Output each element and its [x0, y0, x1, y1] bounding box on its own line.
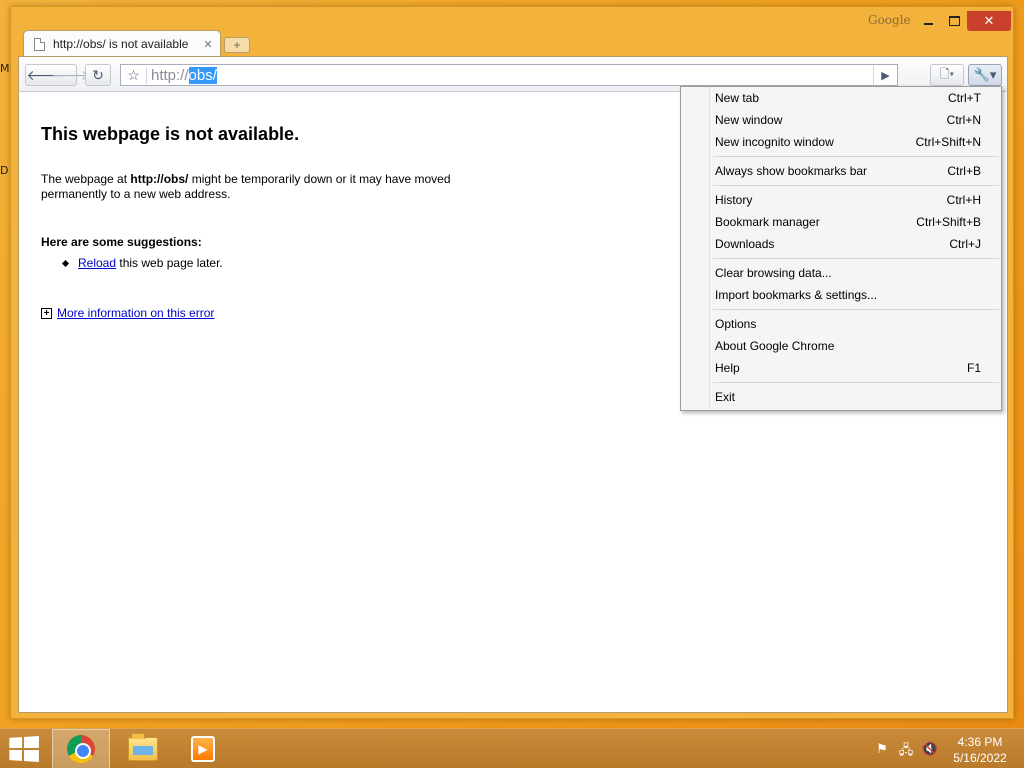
bullet-icon: [61, 260, 70, 268]
tab-close-icon[interactable]: ✕: [200, 38, 216, 51]
address-bar[interactable]: ☆ http://obs/ ▶: [120, 64, 898, 86]
tab-title: http://obs/ is not available: [53, 37, 189, 51]
suggestion-rest: this web page later.: [116, 256, 223, 270]
menu-item-shortcut: Ctrl+J: [949, 237, 981, 251]
google-brand-label: Google: [868, 13, 911, 27]
menu-separator: [681, 379, 1001, 386]
forward-arrow-icon[interactable]: 🡒: [52, 67, 90, 84]
taskbar-explorer-button[interactable]: [114, 729, 172, 768]
start-button-windows-icon[interactable]: [9, 735, 39, 763]
taskbar-media-button[interactable]: ▶: [174, 729, 232, 768]
plus-box-icon[interactable]: +: [41, 307, 52, 319]
wrench-menu-icon[interactable]: 🔧▾: [968, 64, 1002, 86]
desktop-icon-label-m: M: [0, 62, 10, 75]
more-info-toggle[interactable]: + More information on this error: [41, 306, 214, 320]
folder-icon: [128, 733, 158, 761]
menu-item-help[interactable]: Help F1: [681, 357, 1001, 379]
minimize-button[interactable]: [915, 11, 941, 31]
menu-item-shortcut: Ctrl+H: [946, 193, 981, 207]
menu-item-label: Clear browsing data...: [715, 266, 832, 280]
menu-separator: [681, 255, 1001, 262]
menu-item-clear-browsing-data[interactable]: Clear browsing data...: [681, 262, 1001, 284]
clock-time: 4:36 PM: [957, 735, 1003, 749]
taskbar: ▶ ⚑ 🖧 🔇 4:36 PM 5/16/2022: [0, 728, 1024, 768]
menu-item-shortcut: Ctrl+B: [947, 164, 981, 178]
clock-date: 5/16/2022: [953, 751, 1007, 765]
menu-item-label: Help: [715, 361, 740, 375]
url-text[interactable]: http://obs/: [147, 66, 217, 84]
reload-link[interactable]: Reload: [78, 256, 116, 270]
page-icon: [34, 37, 45, 51]
menu-item-shortcut: Ctrl+N: [946, 113, 981, 127]
taskbar-chrome-button[interactable]: [52, 729, 110, 768]
new-tab-button[interactable]: +: [224, 37, 250, 53]
menu-separator: [681, 182, 1001, 189]
menu-item-exit[interactable]: Exit: [681, 386, 1001, 408]
suggestions-title: Here are some suggestions:: [41, 235, 202, 249]
wrench-dropdown-menu: New tab Ctrl+T New window Ctrl+N New incogni…: [680, 86, 1002, 411]
error-desc-prefix: The webpage at: [41, 172, 131, 186]
menu-item-shortcut: Ctrl+T: [948, 91, 981, 105]
menu-item-shortcut: Ctrl+Shift+B: [916, 215, 981, 229]
menu-item-label: Bookmark manager: [715, 215, 820, 229]
go-icon[interactable]: ▶: [873, 65, 897, 85]
menu-item-about-google-chrome[interactable]: About Google Chrome: [681, 335, 1001, 357]
menu-item-label: Options: [715, 317, 757, 331]
menu-item-label: New window: [715, 113, 783, 127]
menu-item-history[interactable]: History Ctrl+H: [681, 189, 1001, 211]
back-forward-group: 🡐 🡒: [25, 64, 90, 86]
menu-item-new-window[interactable]: New window Ctrl+N: [681, 109, 1001, 131]
menu-item-label: Exit: [715, 390, 736, 404]
menu-item-new-tab[interactable]: New tab Ctrl+T: [681, 87, 1001, 109]
chrome-icon: [67, 735, 95, 763]
menu-item-bookmark-manager[interactable]: Bookmark manager Ctrl+Shift+B: [681, 211, 1001, 233]
menu-item-label: Always show bookmarks bar: [715, 164, 868, 178]
menu-item-label: Downloads: [715, 237, 775, 251]
menu-item-label: History: [715, 193, 753, 207]
menu-item-label: New incognito window: [715, 135, 834, 149]
volume-muted-icon[interactable]: 🔇: [921, 741, 939, 757]
menu-item-shortcut: F1: [966, 361, 981, 375]
menu-item-import-bookmarks-settings[interactable]: Import bookmarks & settings...: [681, 284, 1001, 306]
maximize-button[interactable]: [941, 11, 967, 31]
media-player-icon: ▶: [191, 736, 215, 762]
menu-item-new-incognito-window[interactable]: New incognito window Ctrl+Shift+N: [681, 131, 1001, 153]
desktop-icon-label-d: D: [0, 164, 9, 177]
system-clock[interactable]: 4:36 PM 5/16/2022: [944, 734, 1016, 766]
bookmark-star-icon[interactable]: ☆: [121, 66, 147, 84]
url-prefix: http://: [151, 66, 189, 84]
tab-current[interactable]: http://obs/ is not available ✕: [23, 30, 221, 57]
menu-separator: [681, 306, 1001, 313]
menu-item-label: New tab: [715, 91, 760, 105]
back-arrow-icon[interactable]: 🡐: [27, 67, 65, 84]
suggestion-item: Reload this web page later.: [61, 256, 223, 270]
network-icon[interactable]: 🖧: [897, 741, 915, 757]
menu-item-label: About Google Chrome: [715, 339, 835, 353]
url-selected-text: obs/: [188, 66, 217, 84]
more-info-link[interactable]: More information on this error: [57, 306, 214, 320]
error-description: The webpage at http://obs/ might be temp…: [41, 172, 501, 202]
menu-item-options[interactable]: Options: [681, 313, 1001, 335]
menu-separator: [681, 153, 1001, 160]
menu-item-downloads[interactable]: Downloads Ctrl+J: [681, 233, 1001, 255]
action-center-flag-icon[interactable]: ⚑: [873, 741, 891, 757]
menu-item-always-show-bookmarks-bar[interactable]: Always show bookmarks bar Ctrl+B: [681, 160, 1001, 182]
error-desc-url: http://obs/: [130, 172, 189, 186]
error-title: This webpage is not available.: [41, 124, 300, 144]
reload-icon[interactable]: ↻: [85, 64, 111, 86]
close-window-button[interactable]: ✕: [967, 11, 1011, 31]
menu-item-label: Import bookmarks & settings...: [715, 288, 878, 302]
page-menu-icon[interactable]: 🗋▾: [930, 64, 964, 86]
menu-item-shortcut: Ctrl+Shift+N: [915, 135, 981, 149]
